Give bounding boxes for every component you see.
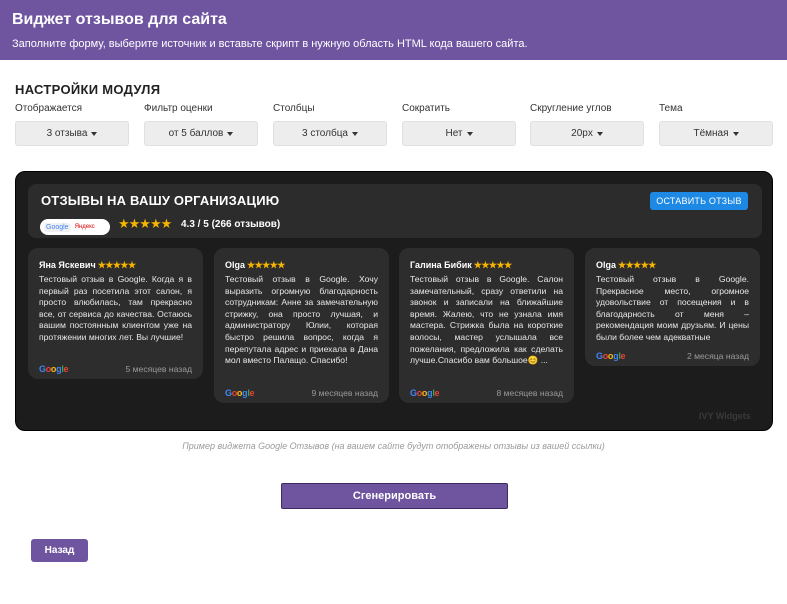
settings-title: НАСТРОЙКИ МОДУЛЯ [15,82,161,97]
setting-label: Сократить [402,103,451,114]
setting-label: Фильтр оценки [144,103,213,114]
review-stars-icon: ★★★★★ [247,260,285,270]
review-text: Тестовый отзыв в Google. Хочу выразить о… [225,274,378,366]
google-logo-icon: Google [596,351,626,361]
caret-down-icon [466,131,473,136]
google-logo-icon: Google [410,388,440,398]
setting-theme: Тема Тёмная [659,102,773,146]
review-author: Яна Яскевич [39,260,96,270]
display-count-select[interactable]: 3 отзыва [15,121,129,146]
google-logo-icon: Google [44,222,71,232]
review-stars-icon: ★★★★★ [473,260,512,270]
review-text: Тестовый отзыв в Google. Салон замечател… [410,274,563,366]
preview-caption: Пример виджета Google Отзывов (на вашем … [182,441,605,451]
theme-select[interactable]: Тёмная [659,121,773,146]
review-date: 2 месяца назад [686,351,749,361]
setting-label: Скругление углов [530,103,612,114]
widget-title: ОТЗЫВЫ НА ВАШУ ОРГАНИЗАЦИЮ [41,193,280,208]
review-stars-icon: ★★★★★ [618,260,656,270]
page-header: Виджет отзывов для сайта Заполните форму… [0,0,787,60]
review-author: Olga [225,260,246,270]
setting-label: Тема [659,103,683,114]
source-badge: Google Яндекс [40,219,110,235]
caret-down-icon [91,131,98,136]
setting-label: Столбцы [273,103,315,114]
setting-corner-radius: Скругление углов 20px [530,102,644,146]
review-date: 8 месяцев назад [496,388,563,398]
review-author: Галина Бибик [410,260,472,270]
yandex-logo-icon: Яндекс [74,224,95,230]
reviews-widget-preview: ОТЗЫВЫ НА ВАШУ ОРГАНИЗАЦИЮ Google Яндекс… [15,171,773,431]
setting-display-count: Отображается 3 отзыва [15,102,129,146]
setting-columns: Столбцы 3 столбца [273,102,387,146]
google-logo-icon: Google [39,364,69,374]
google-logo-icon: Google [225,388,255,398]
setting-shorten: Сократить Нет [402,102,516,146]
leave-review-button[interactable]: ОСТАВИТЬ ОТЗЫВ [650,192,748,210]
widget-header: ОТЗЫВЫ НА ВАШУ ОРГАНИЗАЦИЮ Google Яндекс… [28,184,762,238]
review-date: 9 месяцев назад [311,388,378,398]
caret-down-icon [352,131,358,136]
review-text: Тестовый отзыв в Google. Прекрасное мест… [596,274,749,342]
review-stars-icon: ★★★★★ [97,260,136,270]
caret-down-icon [227,131,234,136]
back-button[interactable]: Назад [31,539,88,562]
page-subtitle: Заполните форму, выберите источник и вст… [12,38,528,50]
rating-stars-icon: ★★★★★ [118,216,172,231]
setting-label: Отображается [15,103,83,114]
review-text: Тестовый отзыв в Google. Когда я в первы… [39,274,192,342]
rating-summary: 4.3 / 5 (266 отзывов) [181,219,281,230]
review-card: Галина Бибик ★★★★★ Тестовый отзыв в Googl… [399,248,574,403]
review-card: Яна Яскевич ★★★★★ Тестовый отзыв в Google… [28,248,203,379]
page-title: Виджет отзывов для сайта [12,11,227,28]
review-author: Olga [596,260,617,270]
widget-watermark: IVY Widgets [699,411,751,421]
review-card: Olga ★★★★★ Тестовый отзыв в Google. Прекр… [585,248,760,366]
setting-rating-filter: Фильтр оценки от 5 баллов [144,102,258,146]
caret-down-icon [596,131,603,136]
columns-select[interactable]: 3 столбца [273,121,387,146]
generate-button[interactable]: Сгенерировать [281,483,508,509]
review-card: Olga ★★★★★ Тестовый отзыв в Google. Хочу … [214,248,389,403]
review-date: 5 месяцев назад [125,364,192,374]
corner-radius-select[interactable]: 20px [530,121,644,146]
rating-filter-select[interactable]: от 5 баллов [144,121,258,146]
caret-down-icon [732,131,739,136]
shorten-select[interactable]: Нет [402,121,516,146]
